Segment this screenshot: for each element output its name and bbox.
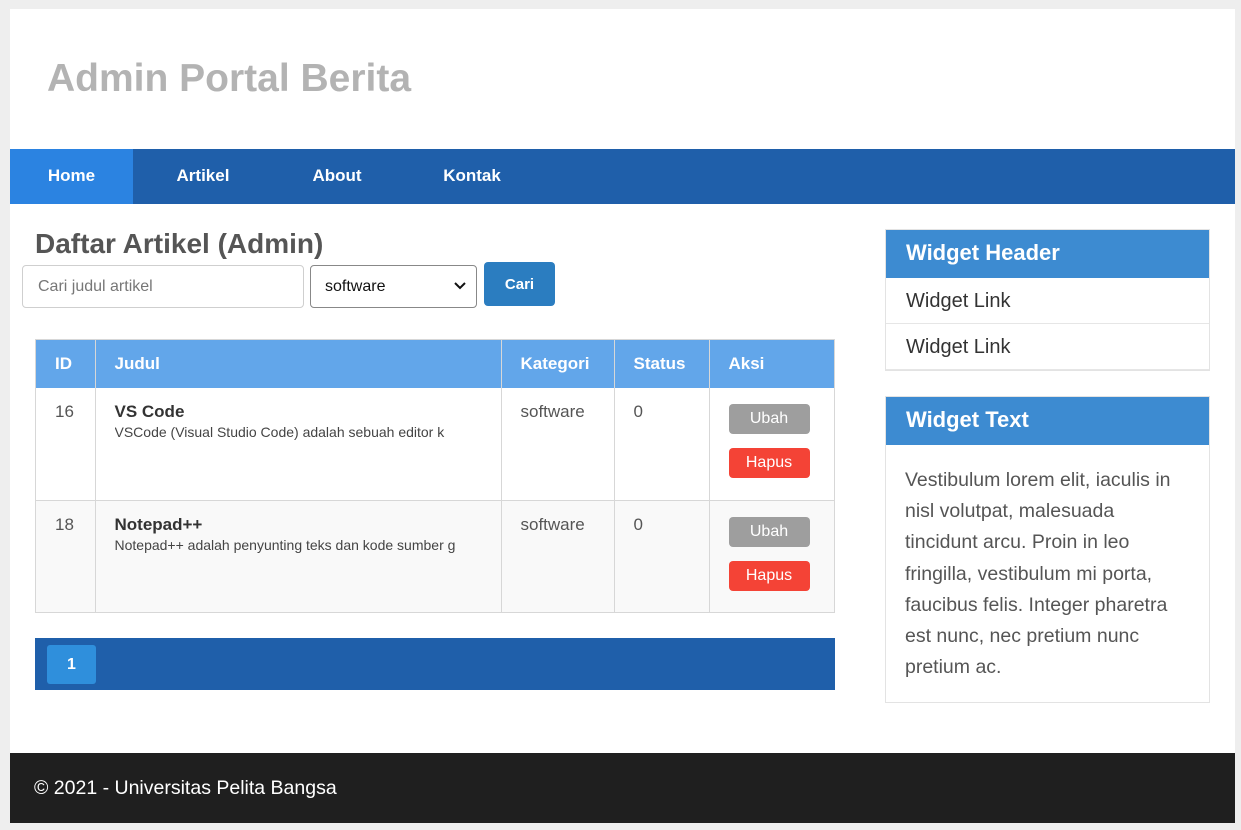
cell-kategori: software [501,388,615,500]
widget-text-body: Vestibulum lorem elit, iaculis in nisl v… [905,469,1171,679]
cell-aksi: Ubah Hapus [709,388,834,500]
widget-text: Widget Text Vestibulum lorem elit, iacul… [885,396,1210,703]
page-title: Daftar Artikel (Admin) [35,228,324,259]
cell-judul: VS Code VSCode (Visual Studio Code) adal… [95,388,502,500]
site-footer: © 2021 - Universitas Pelita Bangsa [10,753,1235,823]
site-header: Admin Portal Berita [10,9,1235,149]
col-header-aksi: Aksi [728,354,765,373]
nav-artikel[interactable]: Artikel [160,149,246,204]
category-select[interactable]: software [310,265,477,308]
page-container: Admin Portal Berita Home Artikel About K… [10,9,1235,823]
widget-link[interactable]: Widget Link [886,324,1209,370]
nav-home[interactable]: Home [10,149,133,204]
cell-aksi: Ubah Hapus [709,500,834,612]
search-input[interactable] [22,265,304,308]
table-header-row: ID Judul Kategori Status Aksi [36,340,834,388]
cell-kategori: software [501,500,615,612]
article-desc: VSCode (Visual Studio Code) adalah sebua… [114,424,445,440]
chevron-down-icon [454,281,466,293]
delete-button[interactable]: Hapus [728,560,810,591]
widget-link[interactable]: Widget Link [886,278,1209,324]
main-nav: Home Artikel About Kontak [10,149,1235,204]
article-title: Notepad++ [114,514,203,534]
col-header-id: ID [36,340,96,388]
cell-status: 0 [614,500,710,612]
table-row: 18 Notepad++ Notepad++ adalah penyunting… [36,500,834,612]
article-desc: Notepad++ adalah penyunting teks dan kod… [114,536,456,553]
table-row: 16 VS Code VSCode (Visual Studio Code) a… [36,388,834,500]
cell-id: 18 [36,500,96,612]
edit-button[interactable]: Ubah [728,516,810,547]
search-button[interactable]: Cari [484,262,555,306]
widget-text-header: Widget Text [886,397,1209,445]
col-header-kategori: Kategori [501,340,615,388]
category-select-value: software [325,277,386,295]
cell-status: 0 [614,388,710,500]
site-title: Admin Portal Berita [47,57,412,100]
page-button-1[interactable]: 1 [47,645,96,684]
widget-links: Widget Header Widget Link Widget Link [885,229,1210,371]
articles-table: ID Judul Kategori Status Aksi 16 VS Code… [35,339,835,613]
pagination: 1 [35,638,835,690]
nav-kontak[interactable]: Kontak [430,149,514,204]
nav-about[interactable]: About [297,149,377,204]
col-header-judul: Judul [95,340,502,388]
col-header-status: Status [614,340,710,388]
article-title: VS Code [114,402,185,421]
edit-button[interactable]: Ubah [728,404,810,434]
cell-id: 16 [36,388,96,500]
cell-judul: Notepad++ Notepad++ adalah penyunting te… [95,500,502,612]
widget-header: Widget Header [886,230,1209,278]
delete-button[interactable]: Hapus [728,448,810,478]
